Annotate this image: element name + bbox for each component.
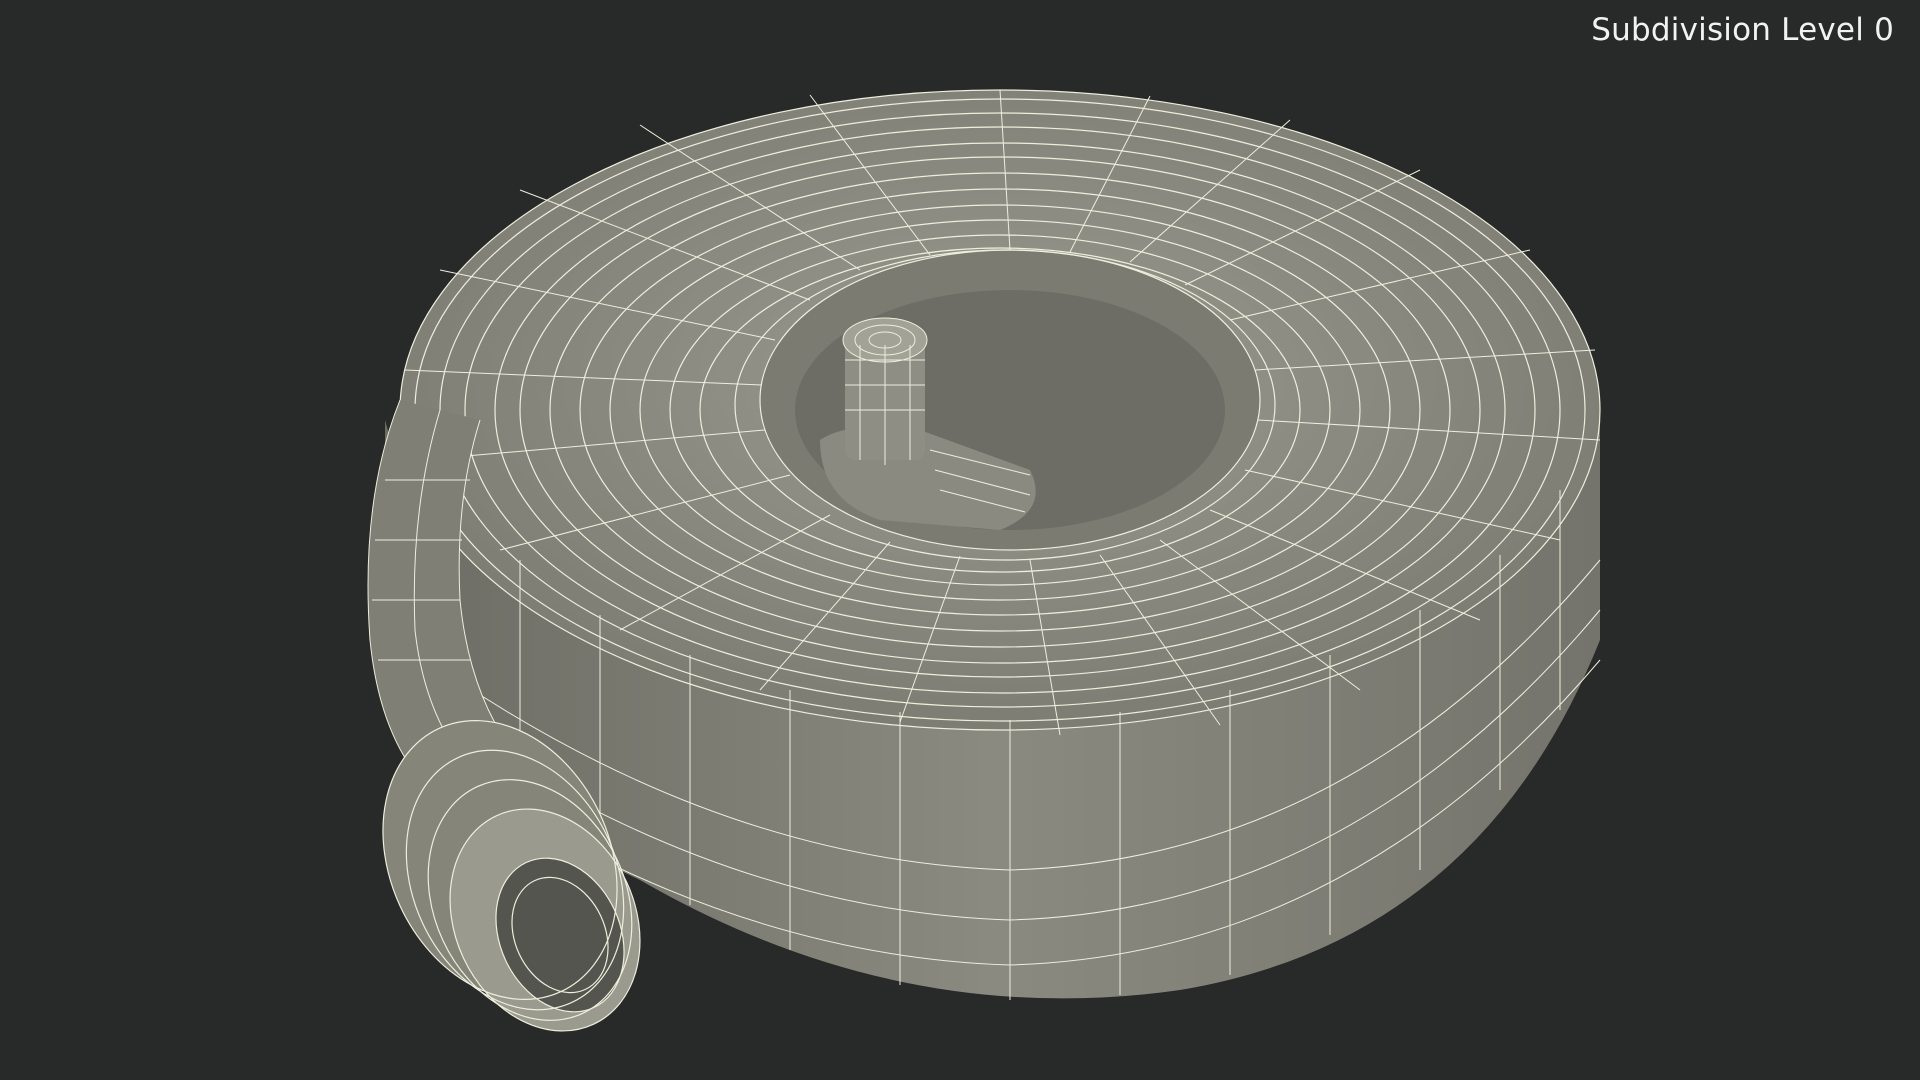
render-viewport: Subdivision Level 0 bbox=[0, 0, 1920, 1080]
hose-wireframe-render bbox=[367, 89, 1601, 1032]
subdivision-level-label: Subdivision Level 0 bbox=[1591, 12, 1894, 48]
